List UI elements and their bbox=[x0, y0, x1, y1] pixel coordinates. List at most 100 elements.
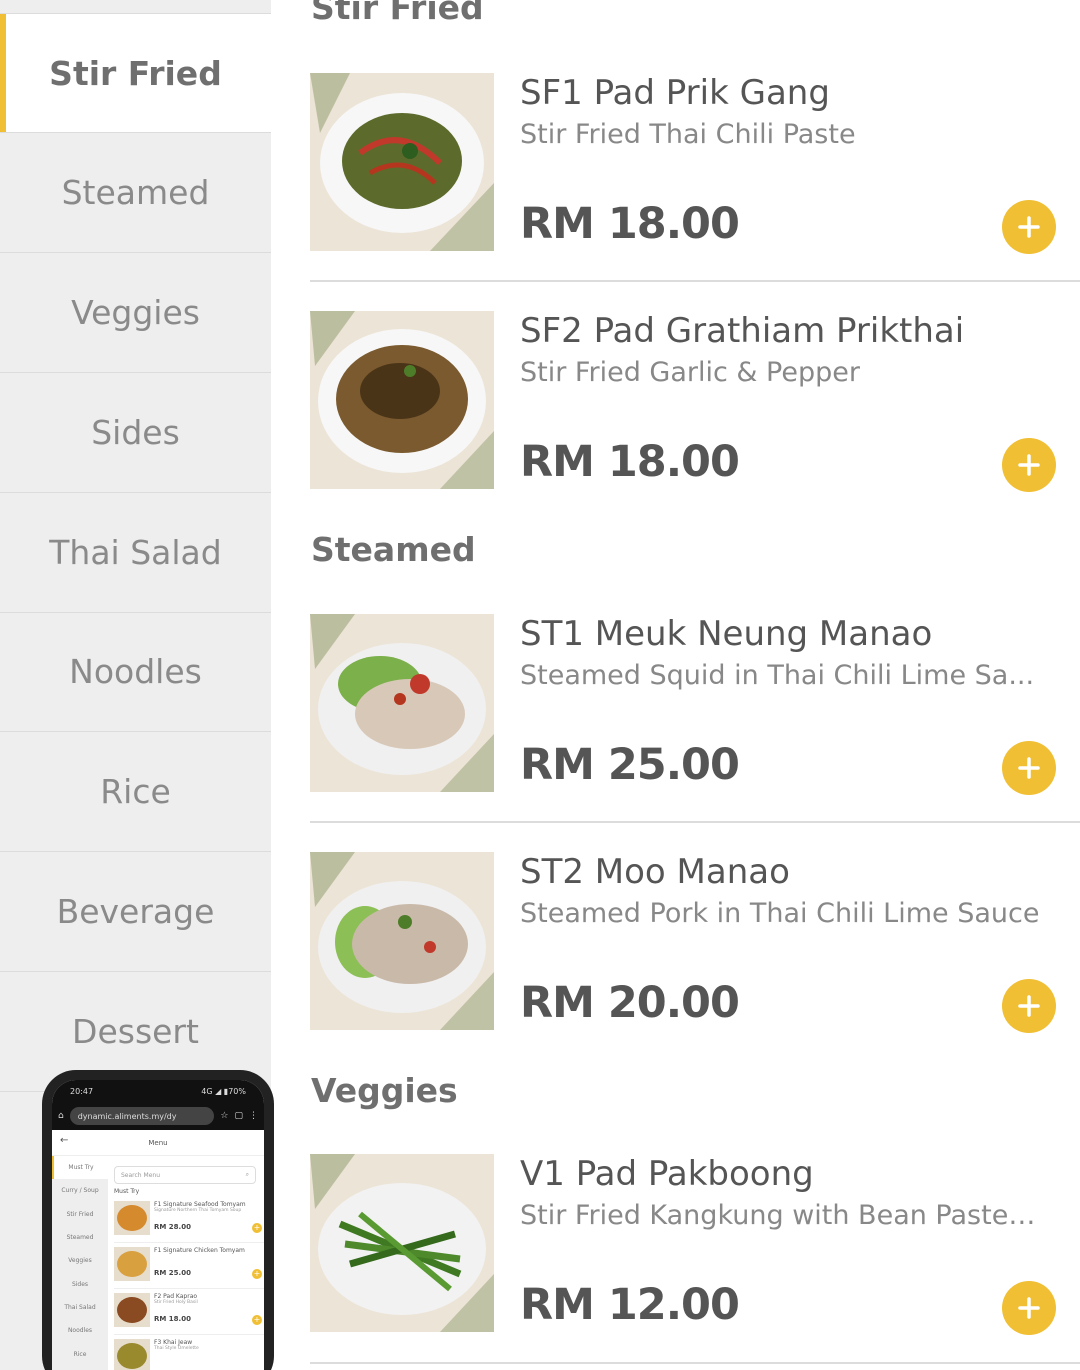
menu-item[interactable]: SF2 Pad Grathiam Prikthai Stir Fried Gar… bbox=[310, 311, 1080, 492]
item-divider bbox=[310, 1362, 1080, 1364]
dish-description: Stir Fried Thai Chili Paste bbox=[520, 119, 856, 150]
menu-item[interactable]: ST2 Moo Manao Steamed Pork in Thai Chili… bbox=[310, 852, 1080, 1033]
sidebar-item-label: Thai Salad bbox=[49, 533, 222, 572]
sidebar-item-beverage[interactable]: Beverage bbox=[0, 852, 271, 972]
add-to-cart-button[interactable] bbox=[1002, 200, 1056, 254]
section-title-stir-fried: Stir Fried bbox=[311, 0, 484, 27]
plus-icon bbox=[1018, 454, 1040, 476]
plus-icon bbox=[1018, 995, 1040, 1017]
plus-icon bbox=[1018, 1297, 1040, 1319]
dish-price: RM 20.00 bbox=[520, 978, 740, 1028]
phone-dish-price: RM 18.00 bbox=[154, 1315, 191, 1323]
phone-screen: 20:47 4G ◢ ▮70% ⌂ dynamic.aliments.my/dy… bbox=[52, 1080, 264, 1370]
sidebar-item-label: Noodles bbox=[69, 652, 202, 691]
phone-dish-name: F3 Khai Jeaw bbox=[154, 1339, 193, 1346]
sidebar-item-label: Sides bbox=[91, 413, 180, 452]
phone-list-item: F3 Khai Jeaw Thai Style Omelette bbox=[114, 1335, 264, 1370]
phone-sidebar-item: Veggies bbox=[68, 1257, 92, 1265]
phone-search-box: Search Menu ⌕ bbox=[114, 1166, 256, 1184]
phone-dish-price: RM 28.00 bbox=[154, 1223, 191, 1231]
back-arrow-icon: ← bbox=[60, 1135, 69, 1146]
dish-price: RM 18.00 bbox=[520, 199, 740, 249]
phone-sidebar-item: Curry / Soup bbox=[61, 1187, 99, 1195]
section-title-steamed: Steamed bbox=[311, 530, 476, 569]
sidebar-item-veggies[interactable]: Veggies bbox=[0, 253, 271, 373]
menu-item[interactable]: V1 Pad Pakboong Stir Fried Kangkung with… bbox=[310, 1154, 1080, 1335]
phone-plus-icon: + bbox=[252, 1315, 262, 1325]
sidebar-item-noodles[interactable]: Noodles bbox=[0, 612, 271, 732]
phone-menu-list: Search Menu ⌕ Must Try F1 Signature Seaf… bbox=[110, 1156, 264, 1370]
dish-image bbox=[310, 614, 494, 792]
sidebar-item-label: Veggies bbox=[71, 293, 200, 332]
tabs-icon: ▢ bbox=[234, 1111, 243, 1121]
phone-sidebar-item: Noodles bbox=[67, 1327, 93, 1335]
search-icon: ⌕ bbox=[245, 1171, 249, 1178]
phone-sidebar-item: Stir Fried bbox=[66, 1210, 94, 1218]
phone-list-item: F2 Pad Kaprao Stir Fried Holy Basil RM 1… bbox=[114, 1289, 264, 1335]
phone-dish-name: F1 Signature Chicken Tomyam bbox=[154, 1247, 245, 1254]
phone-sidebar-item: Sides bbox=[71, 1280, 89, 1288]
phone-status-bar: 20:47 4G ◢ ▮70% bbox=[52, 1080, 264, 1102]
phone-dish-price: RM 25.00 bbox=[154, 1269, 191, 1277]
phone-dish-desc: Signature Northern Thai Tomyam Soup bbox=[154, 1208, 242, 1213]
dish-image bbox=[310, 73, 494, 251]
dish-price: RM 25.00 bbox=[520, 740, 740, 790]
dish-price: RM 12.00 bbox=[520, 1280, 740, 1330]
home-icon: ⌂ bbox=[58, 1111, 64, 1121]
sidebar-item-thai-salad[interactable]: Thai Salad bbox=[0, 493, 271, 613]
sidebar-top-edge bbox=[0, 0, 271, 14]
dish-image bbox=[310, 852, 494, 1030]
dish-name: ST1 Meuk Neung Manao bbox=[520, 614, 933, 654]
phone-dish-image bbox=[114, 1201, 150, 1235]
phone-dish-image bbox=[114, 1339, 150, 1370]
more-icon: ⋮ bbox=[249, 1111, 258, 1121]
star-icon: ☆ bbox=[220, 1111, 229, 1121]
sidebar-item-stir-fried[interactable]: Stir Fried bbox=[0, 14, 271, 133]
phone-url-bar: dynamic.aliments.my/dy bbox=[69, 1107, 215, 1125]
dish-description: Stir Fried Garlic & Pepper bbox=[520, 357, 860, 388]
section-title-veggies: Veggies bbox=[311, 1071, 458, 1110]
phone-dish-desc: Thai Style Omelette bbox=[154, 1346, 199, 1351]
phone-dish-name: F2 Pad Kaprao bbox=[154, 1293, 198, 1300]
dish-price: RM 18.00 bbox=[520, 437, 740, 487]
phone-preview: 20:47 4G ◢ ▮70% ⌂ dynamic.aliments.my/dy… bbox=[42, 1070, 274, 1370]
phone-dish-image bbox=[114, 1293, 150, 1327]
phone-dish-name: F1 Signature Seafood Tomyam bbox=[154, 1201, 246, 1208]
phone-sidebar-item: Rice bbox=[73, 1350, 87, 1358]
phone-dish-desc: Stir Fried Holy Basil bbox=[154, 1300, 198, 1305]
phone-search-placeholder: Search Menu bbox=[121, 1171, 160, 1179]
sidebar-item-sides[interactable]: Sides bbox=[0, 373, 271, 493]
sidebar-item-label: Steamed bbox=[61, 173, 210, 212]
phone-status-time: 20:47 bbox=[70, 1086, 94, 1096]
sidebar-item-label: Dessert bbox=[72, 1012, 199, 1051]
dish-name: ST2 Moo Manao bbox=[520, 852, 790, 892]
plus-icon bbox=[1018, 757, 1040, 779]
phone-header: ← Menu bbox=[52, 1130, 264, 1156]
plus-icon bbox=[1018, 216, 1040, 238]
phone-list-item: F1 Signature Chicken Tomyam RM 25.00 + bbox=[114, 1243, 264, 1289]
sidebar-item-rice[interactable]: Rice bbox=[0, 732, 271, 852]
menu-list[interactable]: Stir Fried SF1 Pad Prik Gang Stir Fried … bbox=[271, 0, 1080, 1370]
phone-sidebar-item: Steamed bbox=[66, 1234, 94, 1242]
add-to-cart-button[interactable] bbox=[1002, 741, 1056, 795]
add-to-cart-button[interactable] bbox=[1002, 979, 1056, 1033]
phone-sidebar: Must Try Curry / Soup Stir Fried Steamed… bbox=[52, 1156, 108, 1370]
add-to-cart-button[interactable] bbox=[1002, 438, 1056, 492]
dish-description: Steamed Pork in Thai Chili Lime Sauce bbox=[520, 898, 1040, 929]
dish-name: SF2 Pad Grathiam Prikthai bbox=[520, 311, 965, 351]
sidebar-item-steamed[interactable]: Steamed bbox=[0, 133, 271, 253]
sidebar-item-label: Rice bbox=[100, 772, 171, 811]
phone-browser-bar: ⌂ dynamic.aliments.my/dy ☆ ▢ ⋮ bbox=[52, 1102, 264, 1130]
app-root: Stir Fried Steamed Veggies Sides Thai Sa… bbox=[0, 0, 1080, 1370]
sidebar-item-label: Beverage bbox=[56, 892, 215, 931]
menu-item[interactable]: ST1 Meuk Neung Manao Steamed Squid in Th… bbox=[310, 614, 1080, 795]
add-to-cart-button[interactable] bbox=[1002, 1281, 1056, 1335]
phone-sidebar-item: Thai Salad bbox=[64, 1303, 96, 1311]
dish-description: Steamed Squid in Thai Chili Lime Sa... bbox=[520, 660, 1035, 691]
phone-dish-image bbox=[114, 1247, 150, 1281]
dish-name: V1 Pad Pakboong bbox=[520, 1154, 814, 1194]
dish-description: Stir Fried Kangkung with Bean Paste ... bbox=[520, 1200, 1040, 1231]
phone-page-title: Menu bbox=[148, 1138, 168, 1147]
dish-image bbox=[310, 1154, 494, 1332]
menu-item[interactable]: SF1 Pad Prik Gang Stir Fried Thai Chili … bbox=[310, 73, 1080, 254]
